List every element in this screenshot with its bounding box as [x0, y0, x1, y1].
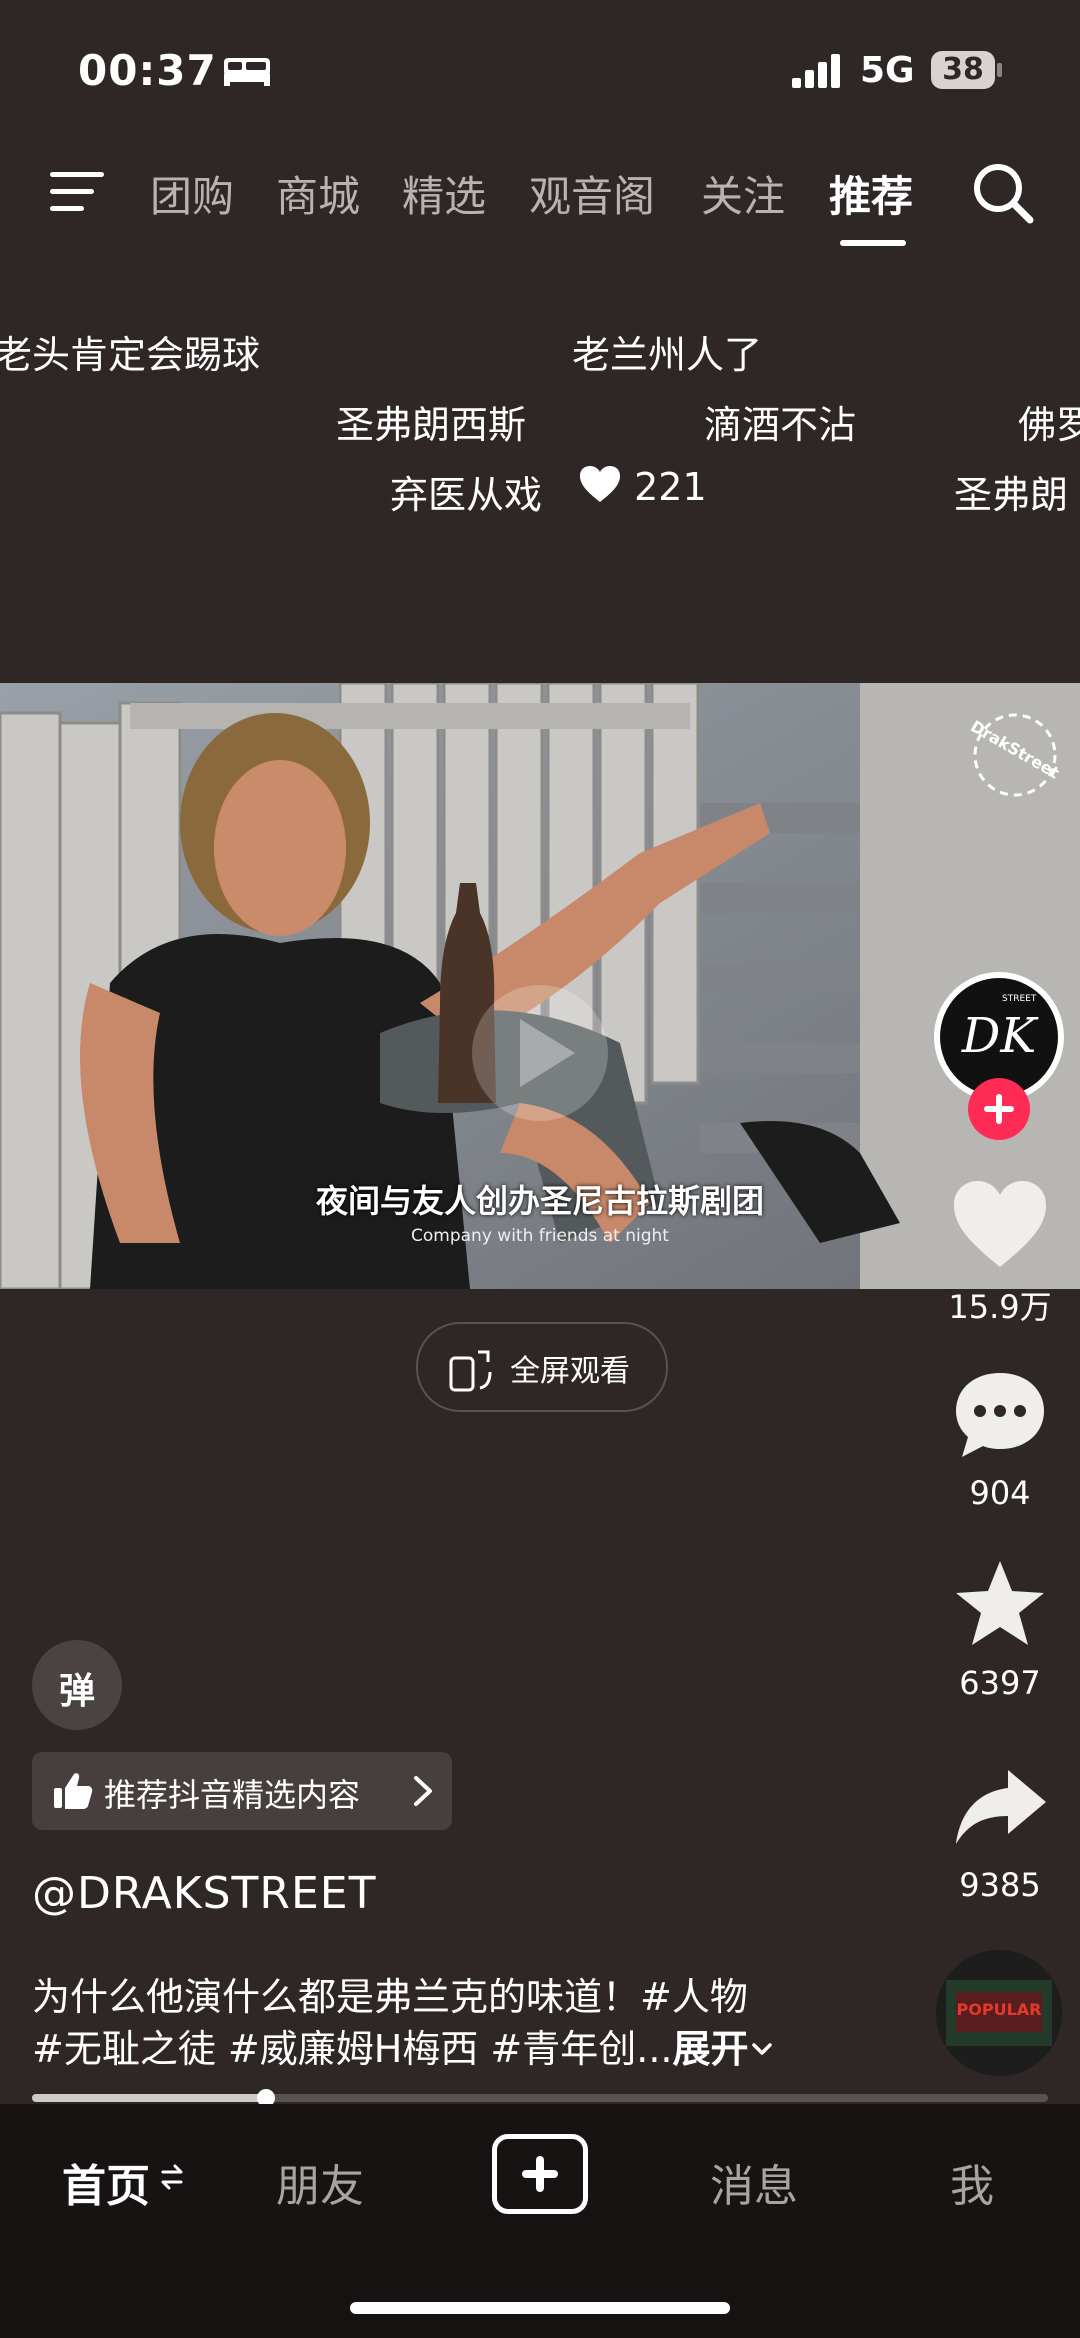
danmaku-comment: 弃医从戏 — [390, 473, 543, 517]
danmaku-comment: 圣弗朗西斯 — [336, 403, 527, 447]
danmaku-toggle-label: 弹 — [58, 1671, 95, 1712]
album-cover-text: POPULAR — [956, 2000, 1042, 2019]
avatar-logo-sub: STREET — [1002, 994, 1037, 1004]
tab-guanyinge[interactable]: 观音阁 — [529, 163, 655, 224]
battery-icon: 38 — [930, 50, 1004, 90]
recommend-featured-label: 推荐抖音精选内容 — [104, 1776, 361, 1814]
nav-friends[interactable]: 朋友 — [276, 2150, 364, 2214]
nav-home[interactable]: 首页 — [62, 2150, 150, 2214]
danmaku-like-count: 221 — [634, 465, 707, 509]
nav-me[interactable]: 我 — [950, 2150, 994, 2214]
tab-group-buy[interactable]: 团购 — [150, 163, 234, 224]
expand-description-button[interactable]: 展开 — [673, 2027, 775, 2071]
tab-recommend[interactable]: 推荐 — [829, 163, 913, 224]
danmaku-like: 221 — [578, 464, 707, 509]
danmaku-comment: 滴酒不沾 — [704, 403, 857, 447]
video-subtitle-cn: 夜间与友人创办圣尼古拉斯剧团 — [315, 1182, 764, 1220]
post-description-line2: #无耻之徒 #威廉姆H梅西 #青年创...展开 — [32, 2018, 775, 2073]
music-disc[interactable]: POPULAR — [936, 1950, 1062, 2076]
network-type: 5G — [860, 50, 915, 91]
danmaku-comment: 老头肯定会踢球 — [0, 333, 261, 377]
thumbs-up-icon — [54, 1773, 93, 1809]
tab-mall[interactable]: 商城 — [276, 163, 360, 224]
comment-count: 904 — [969, 1474, 1031, 1512]
plus-icon — [522, 2156, 558, 2192]
author-name[interactable]: @DRAKSTREET — [32, 1868, 376, 1919]
channel-watermark: DrakStreet — [960, 700, 1070, 810]
plus-icon — [984, 1094, 1014, 1124]
share-count: 9385 — [959, 1866, 1041, 1904]
like-count: 15.9万 — [948, 1288, 1052, 1326]
post-description-text: #无耻之徒 #威廉姆H梅西 #青年创... — [32, 2027, 673, 2071]
danmaku-comment: 老兰州人了 — [572, 333, 763, 377]
home-indicator — [350, 2302, 730, 2314]
danmaku-comment: 圣弗朗 — [954, 473, 1069, 517]
recommend-featured-button[interactable]: 推荐抖音精选内容 — [32, 1752, 452, 1830]
danmaku-comment: 佛罗 — [1018, 403, 1080, 447]
video-progress-fill — [32, 2094, 266, 2102]
search-icon[interactable] — [970, 160, 1036, 226]
fullscreen-button[interactable]: 全屏观看 — [416, 1322, 668, 1412]
rotate-screen-icon — [449, 1350, 492, 1392]
sleep-mode-icon — [224, 58, 270, 86]
like-heart-icon[interactable] — [950, 1175, 1050, 1275]
favorite-star-icon[interactable] — [950, 1555, 1050, 1655]
comment-icon[interactable] — [950, 1365, 1050, 1465]
video-subtitle-en: Company with friends at night — [411, 1226, 669, 1246]
chevron-right-icon — [414, 1776, 432, 1806]
status-time: 00:37 — [78, 46, 217, 95]
cellular-signal-icon — [792, 54, 840, 88]
swap-arrows-icon[interactable] — [160, 2162, 184, 2192]
tab-following[interactable]: 关注 — [701, 163, 785, 224]
nav-messages[interactable]: 消息 — [710, 2150, 798, 2214]
battery-level: 38 — [942, 52, 984, 87]
favorite-count: 6397 — [959, 1664, 1041, 1702]
follow-button[interactable] — [968, 1078, 1030, 1140]
create-post-button[interactable] — [492, 2134, 588, 2214]
expand-label: 展开 — [672, 2027, 749, 2071]
danmaku-toggle-button[interactable]: 弹 — [32, 1640, 122, 1730]
avatar-logo-text: DK — [961, 1008, 1037, 1064]
heart-icon — [580, 466, 620, 502]
menu-icon[interactable] — [48, 168, 106, 216]
fullscreen-label: 全屏观看 — [510, 1354, 630, 1389]
active-tab-indicator — [840, 240, 906, 246]
post-description-line1: 为什么他演什么都是弗兰克的味道！#人物 — [32, 1975, 748, 2019]
chevron-down-icon — [751, 2043, 772, 2055]
tab-featured[interactable]: 精选 — [402, 163, 486, 224]
share-arrow-icon[interactable] — [950, 1758, 1050, 1858]
